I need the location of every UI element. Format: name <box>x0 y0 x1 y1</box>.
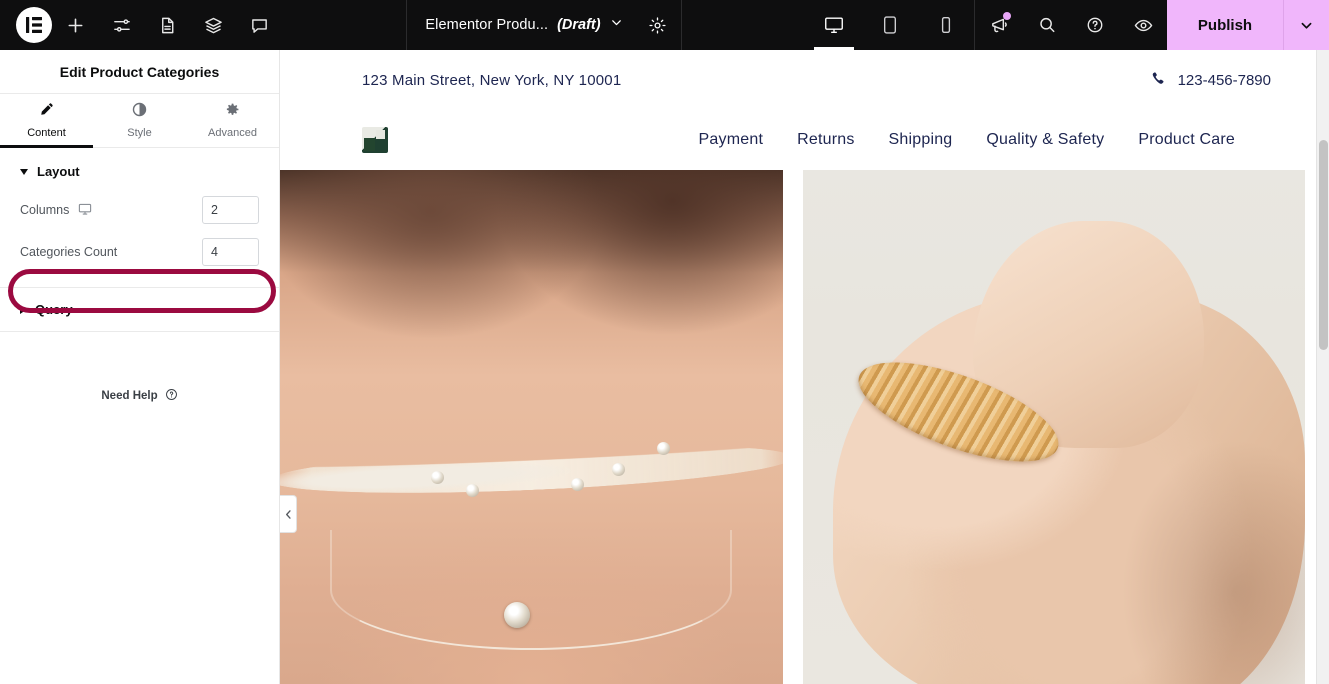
publish-button[interactable]: Publish <box>1167 0 1283 50</box>
control-columns-label: Columns <box>20 203 70 217</box>
need-help-link[interactable]: Need Help <box>0 388 279 404</box>
section-query: Query <box>0 288 279 332</box>
finder-search-icon[interactable] <box>1023 0 1071 50</box>
tab-advanced-label: Advanced <box>208 127 257 139</box>
add-element-icon[interactable] <box>52 0 98 50</box>
panel-title: Edit Product Categories <box>0 50 279 94</box>
category-card-ring[interactable] <box>802 170 1305 684</box>
document-indicator[interactable]: Elementor Produ... (Draft) <box>406 0 682 50</box>
elementor-editor: Elementor Produ... (Draft) Publish Edit … <box>0 0 1329 684</box>
chevron-down-icon <box>20 168 28 175</box>
section-layout: Layout Columns Categories Count <box>0 148 279 288</box>
site-info-bar: 123 Main Street, New York, NY 10001 123-… <box>280 50 1329 110</box>
contrast-circle-icon <box>132 102 147 122</box>
site-navigation-bar: Payment Returns Shipping Quality & Safet… <box>280 110 1329 170</box>
elementor-logo-icon[interactable] <box>16 7 52 43</box>
necklace-bead <box>465 483 479 497</box>
control-columns-input[interactable] <box>202 196 259 224</box>
necklace-bead <box>571 478 585 492</box>
need-help-label: Need Help <box>101 390 158 402</box>
necklace-pendant <box>503 601 530 628</box>
necklace-bead <box>430 470 444 484</box>
comments-icon[interactable] <box>236 0 282 50</box>
necklace-lower-chain <box>330 529 733 650</box>
editor-canvas: 123 Main Street, New York, NY 10001 123-… <box>280 50 1329 684</box>
chevron-down-icon[interactable] <box>610 16 623 34</box>
widget-settings-panel: Edit Product Categories Content Style Ad… <box>0 50 280 684</box>
tab-style-label: Style <box>127 127 152 139</box>
nav-link-quality-safety[interactable]: Quality & Safety <box>986 131 1104 149</box>
tab-content[interactable]: Content <box>0 94 93 148</box>
panel-collapse-chevron-left-icon[interactable] <box>280 495 297 533</box>
tab-content-label: Content <box>27 127 66 139</box>
publish-options-chevron-down-icon[interactable] <box>1283 0 1329 50</box>
site-logo-icon[interactable] <box>362 127 388 153</box>
nav-link-payment[interactable]: Payment <box>699 131 764 149</box>
chevron-right-icon <box>20 305 26 314</box>
section-query-label: Query <box>35 302 73 317</box>
nav-link-shipping[interactable]: Shipping <box>889 131 953 149</box>
necklace-on-skin-image <box>280 170 783 684</box>
gear-icon[interactable] <box>632 16 667 35</box>
topbar-left-tools <box>0 0 282 50</box>
nav-link-returns[interactable]: Returns <box>797 131 854 149</box>
device-tablet-button[interactable] <box>862 0 918 50</box>
site-phone[interactable]: 123-456-7890 <box>1151 71 1271 90</box>
editor-topbar: Elementor Produ... (Draft) Publish <box>0 0 1329 50</box>
panel-tabs: Content Style Advanced <box>0 94 279 148</box>
desktop-icon[interactable] <box>78 202 92 219</box>
pencil-icon <box>39 102 54 122</box>
control-categories-count: Categories Count <box>20 237 259 267</box>
topbar-right-tools: Publish <box>975 0 1329 50</box>
control-categories-count-label: Categories Count <box>20 245 118 259</box>
section-layout-label: Layout <box>37 164 80 179</box>
site-settings-icon[interactable] <box>98 0 144 50</box>
canvas-scrollbar-thumb[interactable] <box>1319 140 1328 350</box>
document-title: Elementor Produ... <box>425 17 549 33</box>
site-phone-number: 123-456-7890 <box>1177 71 1271 89</box>
gold-ring-on-hand-image <box>802 170 1305 684</box>
preview-changes-icon[interactable] <box>1119 0 1167 50</box>
structure-icon[interactable] <box>190 0 236 50</box>
phone-icon <box>1151 71 1166 90</box>
device-mobile-button[interactable] <box>918 0 974 50</box>
device-desktop-button[interactable] <box>806 0 862 50</box>
whats-new-icon[interactable] <box>975 0 1023 50</box>
site-address: 123 Main Street, New York, NY 10001 <box>362 71 622 89</box>
necklace-bead <box>611 462 625 476</box>
hand-shadow <box>1073 375 1305 684</box>
necklace-upper-chain <box>280 436 783 501</box>
topbar-center: Elementor Produ... (Draft) <box>282 0 806 50</box>
section-layout-header[interactable]: Layout <box>20 164 259 179</box>
control-columns: Columns <box>20 195 259 225</box>
category-card-necklace[interactable] <box>280 170 783 684</box>
canvas-scrollbar[interactable] <box>1316 50 1329 684</box>
product-categories-grid <box>280 170 1329 684</box>
site-nav-links: Payment Returns Shipping Quality & Safet… <box>699 131 1235 149</box>
page-settings-icon[interactable] <box>144 0 190 50</box>
nav-link-product-care[interactable]: Product Care <box>1138 131 1235 149</box>
question-circle-icon <box>165 388 178 404</box>
gear-icon <box>225 102 240 122</box>
device-mode-switcher <box>806 0 975 50</box>
help-icon[interactable] <box>1071 0 1119 50</box>
tab-advanced[interactable]: Advanced <box>186 94 279 147</box>
editor-body: Edit Product Categories Content Style Ad… <box>0 50 1329 684</box>
notification-badge <box>1003 12 1011 20</box>
tab-style[interactable]: Style <box>93 94 186 147</box>
control-categories-count-input[interactable] <box>202 238 259 266</box>
section-query-header[interactable]: Query <box>20 302 259 317</box>
document-status: (Draft) <box>557 17 601 33</box>
